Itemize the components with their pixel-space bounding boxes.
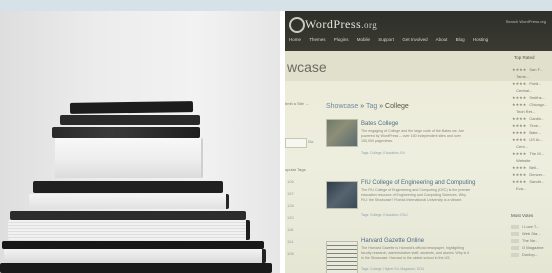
tag-count: 157 xyxy=(287,191,294,196)
nav-get-involved[interactable]: Get Involved xyxy=(402,37,427,42)
tag-count: 118 xyxy=(287,227,294,232)
nav-home[interactable]: Home xyxy=(289,37,301,42)
entry-tags[interactable]: Tags: College, Education, Ed xyxy=(361,151,405,155)
top-rated-item[interactable]: ★★★★ Publi... xyxy=(512,81,542,86)
nav-mobile[interactable]: Mobile xyxy=(357,37,370,42)
entry-thumbnail[interactable] xyxy=(326,119,358,147)
most-votes-item[interactable]: Dunlop... xyxy=(511,252,538,257)
nav-support[interactable]: Support xyxy=(378,37,394,42)
book-7 xyxy=(10,211,246,220)
book-11 xyxy=(0,263,272,273)
top-rated-item[interactable]: Tech Ret... xyxy=(512,109,535,114)
top-rated-item[interactable]: ★★★★ Chicago... xyxy=(512,102,547,107)
top-rated-item[interactable]: Eva... xyxy=(512,186,526,191)
top-rated-item[interactable]: ★★★★ San F... xyxy=(512,67,543,72)
breadcrumb: Showcase » Tag » College xyxy=(326,103,409,110)
entry-title[interactable]: Bates College xyxy=(361,121,398,127)
submit-site-link[interactable]: bmit a Site → xyxy=(285,101,309,106)
entry-tags[interactable]: Tags: College, Education, EDU xyxy=(361,213,408,217)
breadcrumb-tag[interactable]: Tag xyxy=(366,103,377,110)
wordpress-logo-icon xyxy=(289,17,305,33)
top-rated-item[interactable]: ★★★★ Smiths... xyxy=(512,95,545,100)
nav-about[interactable]: About xyxy=(436,37,448,42)
entry-title[interactable]: FIU College of Engineering and Computing xyxy=(361,180,475,186)
tag-count: 120 xyxy=(287,215,294,220)
top-rated-item[interactable]: ★★★★ Time... xyxy=(512,123,541,128)
search-input[interactable] xyxy=(285,138,307,148)
breadcrumb-showcase[interactable]: Showcase xyxy=(326,103,358,110)
most-votes-item[interactable]: Web Sta... xyxy=(511,231,541,236)
top-rated-item[interactable]: ★★★★ Bate... xyxy=(512,130,541,135)
most-votes-item[interactable]: The Ne... xyxy=(511,238,538,243)
entry-description: The FIU College of Engineering and Compu… xyxy=(361,188,471,202)
book-8-pages xyxy=(8,220,250,240)
most-votes-heading: Most Votes xyxy=(511,213,534,218)
tag-count: 106 xyxy=(287,179,294,184)
book-6-pages xyxy=(29,194,229,209)
wp-logo-text: WordPress.org xyxy=(305,17,378,31)
top-rated-item[interactable]: Cent... xyxy=(512,144,528,149)
nav-hosting[interactable]: Hosting xyxy=(473,37,488,42)
top-rated-item[interactable]: ★★★★ Bell... xyxy=(512,165,539,170)
nav-blog[interactable]: Blog xyxy=(456,37,465,42)
books-stack-photo xyxy=(0,11,280,273)
top-rated-item[interactable]: Website xyxy=(512,158,530,163)
book-3 xyxy=(52,127,200,138)
book-10-pages xyxy=(4,249,266,263)
entry-thumbnail[interactable] xyxy=(326,181,358,209)
entry-title[interactable]: Harvard Gazette Online xyxy=(361,238,424,244)
book-2 xyxy=(60,115,200,125)
tag-count: 108 xyxy=(287,251,294,256)
top-rated-item[interactable]: ★★★★ US Ar... xyxy=(512,137,543,142)
most-votes-item[interactable]: I Love T... xyxy=(511,224,539,229)
book-1 xyxy=(69,101,194,114)
top-rated-item[interactable]: ★★★★ Denver... xyxy=(512,172,545,177)
entry-description: The Harvard Gazette is Harvard's officia… xyxy=(361,246,469,260)
top-color-bar xyxy=(0,0,552,11)
page-title: wcase xyxy=(287,59,327,75)
entry-tags[interactable]: Tags: College, Higher Ed, Magazine, EDU xyxy=(361,267,424,271)
nav-themes[interactable]: Themes xyxy=(309,37,325,42)
wp-header: WordPress.org Search WordPress.org Home … xyxy=(285,11,552,51)
tag-count: 114 xyxy=(287,239,294,244)
top-rated-heading: Top Rated xyxy=(514,55,535,60)
top-rated-item[interactable]: Central... xyxy=(512,88,532,93)
tag-count: 128 xyxy=(287,203,294,208)
top-rated-item[interactable]: ★★★★ Cardin... xyxy=(512,116,544,121)
wp-nav: Home Themes Plugins Mobile Support Get I… xyxy=(289,37,495,42)
entry-thumbnail[interactable] xyxy=(326,241,358,273)
top-rated-item[interactable]: ★★★★ The M... xyxy=(512,151,544,156)
breadcrumb-current: College xyxy=(385,103,409,110)
wp-search-hint: Search WordPress.org xyxy=(505,19,546,24)
book-5 xyxy=(33,181,223,193)
top-rated-item[interactable]: Tame... xyxy=(512,74,529,79)
entry-description: The engaging of College and the large co… xyxy=(361,129,465,143)
nav-plugins[interactable]: Plugins xyxy=(334,37,349,42)
book-4-pages xyxy=(52,138,203,178)
search-go-button[interactable]: Go xyxy=(308,139,313,144)
popular-tags-label: opular Tags xyxy=(285,167,306,172)
book-9 xyxy=(2,241,264,249)
top-rated-item[interactable]: ★★★★ Sandtr... xyxy=(512,179,544,184)
most-votes-item[interactable]: O Magazine xyxy=(511,245,544,250)
wordpress-screen-photo: WordPress.org Search WordPress.org Home … xyxy=(285,11,552,273)
